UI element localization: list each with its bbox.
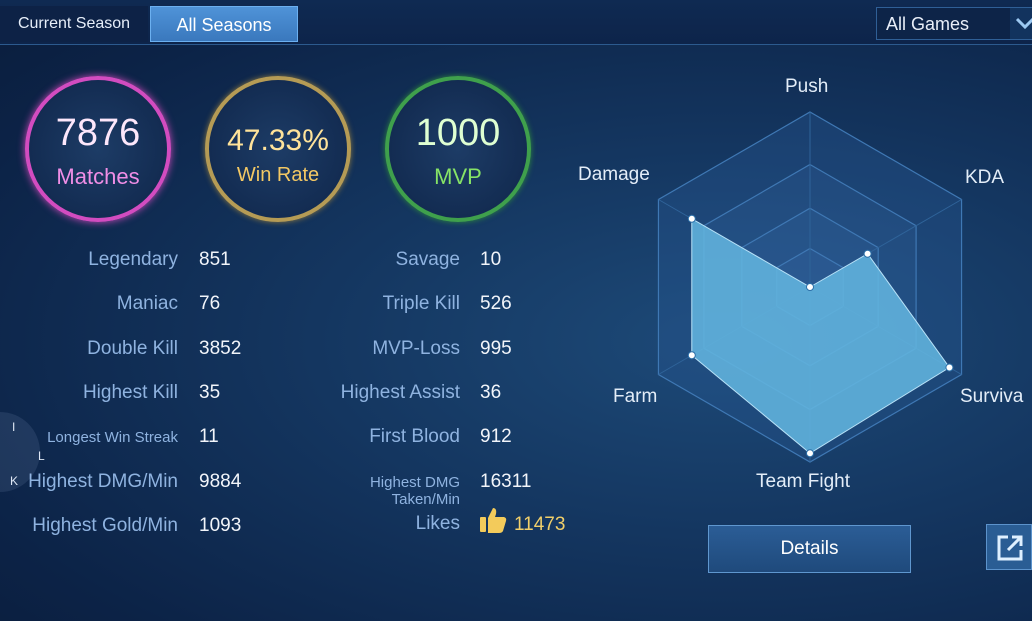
performance-radar-chart — [657, 111, 963, 463]
win-rate-value: 47.33% — [227, 124, 329, 157]
matches-label: Matches — [56, 164, 140, 189]
radar-axis-label: Push — [785, 76, 829, 97]
overlay-letter: I — [12, 420, 16, 434]
stat-label: MVP-Loss — [372, 338, 460, 359]
mvp-value: 1000 — [415, 112, 501, 154]
radar-vertex-dot — [806, 449, 814, 458]
radar-vertex-dot — [945, 363, 954, 372]
radar-axis-label: Team Fight — [756, 471, 850, 492]
stat-label: Highest DMG/Min — [28, 471, 178, 492]
radar-axis-label: Damage — [578, 164, 650, 185]
stat-value: 851 — [199, 249, 231, 270]
stat-value: 16311 — [480, 471, 532, 492]
win-rate-badge: 47.33% Win Rate — [205, 76, 351, 222]
games-filter-value: All Games — [886, 14, 970, 34]
stat-value: 76 — [199, 293, 221, 314]
radar-vertex-dot — [863, 249, 872, 258]
radar-axis-label: KDA — [965, 167, 1005, 188]
radar-vertex-dot — [687, 351, 696, 360]
matches-badge: 7876 Matches — [25, 76, 171, 222]
mvp-badge: 1000 MVP — [385, 76, 531, 222]
stat-label: Legendary — [88, 249, 178, 270]
stat-value: 9884 — [199, 471, 242, 492]
overlay-letter: K — [10, 474, 19, 488]
stat-value: 1093 — [199, 515, 242, 536]
stat-value: 10 — [480, 249, 502, 270]
stat-value: 912 — [480, 426, 512, 447]
chevron-down-icon[interactable] — [1010, 8, 1032, 39]
stat-label: Longest Win Streak — [47, 429, 178, 446]
likes-label: Likes — [415, 513, 460, 534]
mvp-label: MVP — [434, 164, 482, 189]
tab-current-season[interactable]: Current Season — [0, 6, 148, 42]
stat-label: Triple Kill — [382, 293, 460, 314]
radar-axis-label: Farm — [613, 386, 658, 407]
details-button[interactable]: Details — [708, 525, 911, 573]
games-filter-dropdown[interactable]: All Games — [876, 7, 1032, 40]
stat-label: Highest Gold/Min — [32, 515, 178, 536]
stat-value: 995 — [480, 338, 512, 359]
radar-axis-label: Surviva — [960, 386, 1024, 407]
stat-value: 35 — [199, 382, 221, 403]
stat-value: 11 — [199, 426, 219, 447]
likes-value: 11473 — [514, 514, 566, 535]
stat-label: Savage — [395, 249, 460, 270]
win-rate-label: Win Rate — [236, 164, 320, 186]
share-button[interactable] — [986, 524, 1032, 570]
stat-label: Double Kill — [87, 338, 178, 359]
stat-value: 36 — [480, 382, 502, 403]
stat-value: 3852 — [199, 338, 242, 359]
stat-label: Highest Assist — [340, 382, 460, 403]
tab-bar: Current Season All Seasons All Games — [0, 0, 1032, 45]
matches-value: 7876 — [55, 112, 141, 154]
radar-vertex-dot — [687, 214, 696, 223]
thumbs-up-icon[interactable] — [478, 505, 508, 540]
stat-value: 526 — [480, 293, 512, 314]
tab-all-seasons[interactable]: All Seasons — [150, 6, 298, 42]
stat-label: Maniac — [116, 293, 178, 314]
overlay-letter: L — [38, 449, 45, 463]
stat-label: First Blood — [369, 426, 460, 447]
stat-label: Highest Kill — [82, 382, 178, 403]
radar-vertex-dot — [806, 283, 814, 291]
stat-label: Highest DMG Taken/Min — [369, 474, 460, 508]
